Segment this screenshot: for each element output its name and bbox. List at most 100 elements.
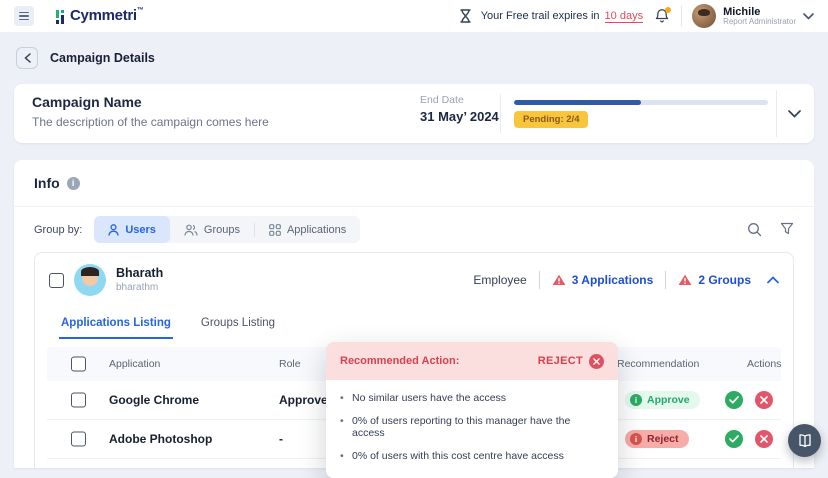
header-user-name: Michile xyxy=(723,6,796,18)
info-tooltip-icon[interactable]: i xyxy=(67,177,80,190)
reject-action-button[interactable] xyxy=(755,430,773,448)
recommended-action-popup: Recommended Action: REJECT No similar us… xyxy=(326,342,618,478)
menu-icon[interactable] xyxy=(14,6,34,26)
info-icon: i xyxy=(630,394,642,406)
application-name: Google Chrome xyxy=(109,393,199,407)
header-user-role: Report Administrator xyxy=(723,18,796,27)
user-type: Employee xyxy=(473,273,526,287)
filter-icon[interactable] xyxy=(780,222,794,241)
group-by-groups-tab[interactable]: Groups xyxy=(170,216,254,243)
group-by-users-label: Users xyxy=(125,224,156,236)
trial-days-link[interactable]: 10 days xyxy=(605,10,644,23)
header-divider xyxy=(681,6,682,26)
pending-badge: Pending: 2/4 xyxy=(514,111,588,128)
campaign-name: Campaign Name xyxy=(32,94,142,110)
recommendation-label: Reject xyxy=(647,433,679,445)
group-by-applications-tab[interactable]: Applications xyxy=(255,216,360,243)
user-checkbox[interactable] xyxy=(49,273,64,288)
tab-applications-listing[interactable]: Applications Listing xyxy=(59,311,173,339)
applications-count-link[interactable]: 3 Applications xyxy=(552,273,654,287)
back-button[interactable] xyxy=(16,47,38,69)
user-group-header: Bharath bharathm Employee 3 Applications… xyxy=(35,253,793,307)
divider xyxy=(500,94,501,133)
user-username: bharathm xyxy=(116,282,163,295)
reason-item: 0% of users reporting to this manager ha… xyxy=(336,415,604,439)
column-role: Role xyxy=(279,358,301,370)
tab-groups-listing[interactable]: Groups Listing xyxy=(199,311,277,337)
row-checkbox[interactable] xyxy=(71,393,86,408)
progress-fill xyxy=(514,100,641,105)
reason-item: No similar users have the access xyxy=(336,392,604,404)
popup-recommended-action: REJECT xyxy=(538,355,583,367)
approve-action-button[interactable] xyxy=(725,391,743,409)
info-icon: i xyxy=(630,433,642,445)
trial-text: Your Free trail expires in xyxy=(481,10,600,22)
warning-triangle-icon xyxy=(552,274,566,286)
applications-count-label: 3 Applications xyxy=(572,273,654,287)
search-icon[interactable] xyxy=(747,222,762,242)
group-by-users-tab[interactable]: Users xyxy=(94,216,170,243)
check-icon xyxy=(729,396,739,404)
chevron-down-icon xyxy=(803,13,814,20)
check-icon xyxy=(729,435,739,443)
warning-triangle-icon xyxy=(678,274,692,286)
user-photo-avatar xyxy=(74,264,106,296)
applications-grid-icon xyxy=(269,224,281,236)
campaign-progress-bar xyxy=(514,100,768,105)
popup-title: Recommended Action: xyxy=(340,355,459,367)
groups-count-label: 2 Groups xyxy=(698,273,751,287)
page-title: Campaign Details xyxy=(50,51,155,65)
divider xyxy=(539,271,540,289)
approve-action-button[interactable] xyxy=(725,430,743,448)
open-book-icon xyxy=(797,434,813,448)
chevron-left-icon xyxy=(24,53,31,63)
group-by-label: Group by: xyxy=(34,224,82,236)
profile-menu[interactable]: Michile Report Administrator xyxy=(692,4,814,28)
hourglass-icon xyxy=(460,9,471,23)
group-by-segmented-control: Users Groups Applications xyxy=(94,216,360,243)
logo-text: Cymmetri xyxy=(70,8,137,24)
application-name: Adobe Photoshop xyxy=(109,432,212,446)
divider xyxy=(665,271,666,289)
groups-count-link[interactable]: 2 Groups xyxy=(678,273,751,287)
x-icon xyxy=(760,396,768,404)
notifications-bell-icon[interactable] xyxy=(653,7,671,25)
recommendation-reasons-list: No similar users have the access 0% of u… xyxy=(336,392,604,462)
reject-circle-icon[interactable] xyxy=(589,354,604,369)
select-all-checkbox[interactable] xyxy=(71,357,86,372)
app-logo: Cymmetri ™ xyxy=(56,8,144,25)
logo-mark-icon xyxy=(56,9,67,25)
recommendation-badge: i Approve xyxy=(625,391,700,409)
listing-tabs: Applications Listing Groups Listing xyxy=(35,307,793,347)
groups-icon xyxy=(184,224,198,236)
expand-campaign-chevron-icon[interactable] xyxy=(788,105,801,123)
top-header: Cymmetri ™ Your Free trail expires in 10… xyxy=(0,0,828,32)
column-actions: Actions xyxy=(747,358,781,370)
reason-item: 0% of users with this cost centre have a… xyxy=(336,450,604,462)
user-avatar xyxy=(692,4,716,28)
column-application: Application xyxy=(109,358,160,370)
reject-action-button[interactable] xyxy=(755,391,773,409)
application-role: - xyxy=(279,432,283,446)
end-date-value: 31 May’ 2024 xyxy=(420,109,499,124)
campaign-description: The description of the campaign comes he… xyxy=(32,115,269,129)
trial-banner: Your Free trail expires in 10 days xyxy=(481,10,643,23)
info-title: Info xyxy=(34,175,60,191)
end-date-label: End Date xyxy=(420,94,464,106)
row-checkbox[interactable] xyxy=(71,432,86,447)
collapse-row-chevron-icon[interactable] xyxy=(767,271,779,289)
breadcrumb: Campaign Details xyxy=(16,47,155,69)
campaign-summary-card: Campaign Name The description of the cam… xyxy=(14,84,814,143)
application-role: Approver xyxy=(279,393,332,407)
logo-trademark: ™ xyxy=(137,7,144,14)
group-by-applications-label: Applications xyxy=(287,224,346,236)
x-icon xyxy=(760,435,768,443)
recommendation-label: Approve xyxy=(647,394,690,406)
help-docs-fab[interactable] xyxy=(788,424,821,457)
group-by-groups-label: Groups xyxy=(204,224,240,236)
recommendation-badge: i Reject xyxy=(625,430,689,448)
column-recommendation: Recommendation xyxy=(617,358,699,370)
user-icon xyxy=(108,224,119,236)
user-display-name: Bharath xyxy=(116,266,163,282)
divider xyxy=(776,90,777,137)
